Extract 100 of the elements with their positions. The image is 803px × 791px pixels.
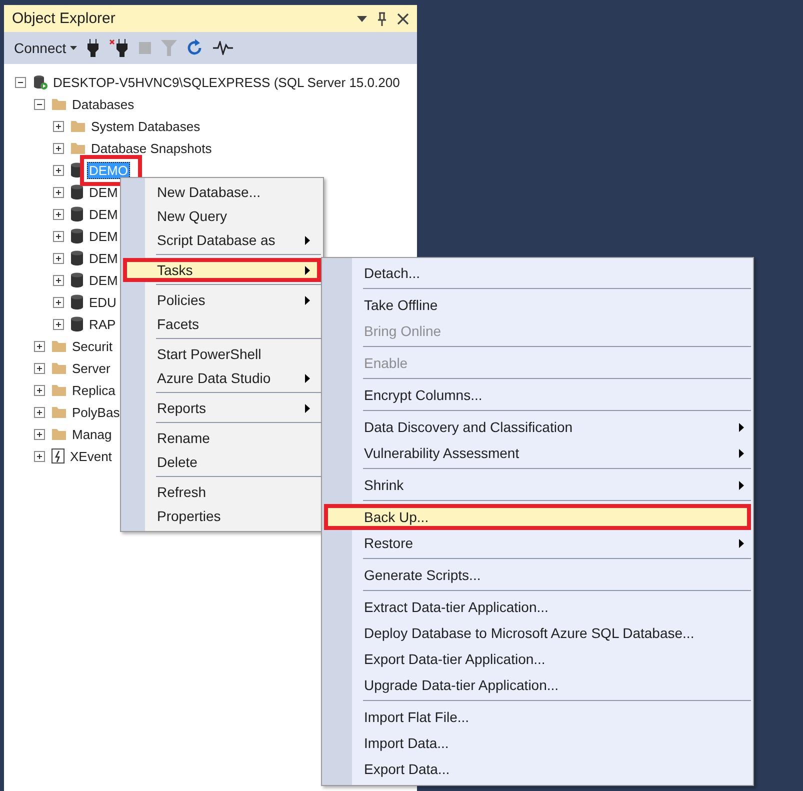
- database-icon: [70, 272, 84, 288]
- caret-icon: [70, 46, 78, 50]
- menu-item[interactable]: Facets: [123, 312, 321, 336]
- tree-item[interactable]: XEvent: [68, 448, 114, 464]
- expand-toggle[interactable]: [34, 450, 45, 462]
- tree-item[interactable]: System Databases: [89, 118, 202, 134]
- expand-toggle[interactable]: [53, 296, 64, 308]
- folder-icon: [70, 141, 86, 155]
- menu-item[interactable]: Delete: [123, 450, 321, 474]
- menu-item[interactable]: Take Offline: [324, 292, 751, 318]
- expand-toggle[interactable]: [34, 384, 45, 396]
- tree-item[interactable]: DEM: [87, 250, 120, 266]
- tree-item[interactable]: Server: [70, 360, 112, 376]
- folder-icon: [51, 361, 67, 375]
- database-icon: [70, 250, 84, 266]
- menu-item[interactable]: Back Up...: [324, 504, 751, 530]
- tree-item[interactable]: DEM: [87, 272, 120, 288]
- database-icon: [70, 294, 84, 310]
- menu-item[interactable]: Properties: [123, 504, 321, 528]
- menu-item[interactable]: Rename: [123, 426, 321, 450]
- tree-item[interactable]: DEM: [87, 206, 120, 222]
- submenu-arrow-icon: [739, 538, 744, 548]
- submenu-arrow-icon: [305, 404, 310, 412]
- submenu-arrow-icon: [739, 448, 744, 458]
- menu-item[interactable]: Policies: [123, 288, 321, 312]
- menu-item[interactable]: Encrypt Columns...: [324, 382, 751, 408]
- menu-item[interactable]: Shrink: [324, 472, 751, 498]
- collapse-toggle[interactable]: [34, 98, 45, 110]
- tree-item[interactable]: Databases: [70, 96, 136, 112]
- tree-item[interactable]: Securit: [70, 338, 114, 354]
- menu-item[interactable]: Vulnerability Assessment: [324, 440, 751, 466]
- menu-item[interactable]: Import Data...: [324, 730, 751, 756]
- panel-title: Object Explorer: [12, 10, 116, 27]
- dropdown-icon[interactable]: [357, 16, 367, 22]
- submenu-arrow-icon: [739, 480, 744, 490]
- tree-item[interactable]: Manag: [70, 426, 114, 442]
- expand-toggle[interactable]: [53, 120, 64, 132]
- menu-item[interactable]: Start PowerShell: [123, 342, 321, 366]
- menu-item[interactable]: Script Database as: [123, 228, 321, 252]
- tree-item[interactable]: Database Snapshots: [89, 140, 214, 156]
- menu-item[interactable]: Data Discovery and Classification: [324, 414, 751, 440]
- menu-item[interactable]: Restore: [324, 530, 751, 556]
- submenu-arrow-icon: [305, 374, 310, 382]
- database-icon: [70, 228, 84, 244]
- tree-item[interactable]: DEM: [87, 184, 120, 200]
- menu-item[interactable]: New Query: [123, 204, 321, 228]
- expand-toggle[interactable]: [34, 340, 45, 352]
- menu-item[interactable]: Upgrade Data-tier Application...: [324, 672, 751, 698]
- menu-item[interactable]: Azure Data Studio: [123, 366, 321, 390]
- menu-item[interactable]: Reports: [123, 396, 321, 420]
- submenu-arrow-icon: [305, 296, 310, 304]
- menu-item[interactable]: Export Data-tier Application...: [324, 646, 751, 672]
- expand-toggle[interactable]: [53, 252, 64, 264]
- refresh-icon[interactable]: [187, 39, 204, 57]
- close-icon[interactable]: [397, 12, 409, 24]
- expand-toggle[interactable]: [53, 186, 64, 198]
- expand-toggle[interactable]: [53, 164, 64, 176]
- folder-icon: [51, 97, 67, 111]
- pulse-icon[interactable]: [213, 41, 234, 55]
- connect-button[interactable]: Connect: [14, 40, 78, 56]
- expand-toggle[interactable]: [53, 230, 64, 242]
- tree-item[interactable]: RAP: [87, 316, 118, 332]
- expand-toggle[interactable]: [34, 428, 45, 440]
- folder-icon: [51, 339, 67, 353]
- database-icon: [70, 206, 84, 222]
- menu-item[interactable]: Detach...: [324, 260, 751, 286]
- database-icon: [70, 316, 84, 332]
- submenu-arrow-icon: [739, 422, 744, 432]
- menu-item[interactable]: Export Data...: [324, 756, 751, 782]
- folder-icon: [70, 119, 86, 133]
- expand-toggle[interactable]: [53, 318, 64, 330]
- menu-item[interactable]: New Database...: [123, 180, 321, 204]
- expand-toggle[interactable]: [34, 362, 45, 374]
- menu-item[interactable]: Extract Data-tier Application...: [324, 594, 751, 620]
- expand-toggle[interactable]: [34, 406, 45, 418]
- database-icon: [70, 184, 84, 200]
- event-icon: [51, 448, 65, 464]
- tree-item[interactable]: PolyBas: [70, 404, 122, 420]
- folder-icon: [51, 383, 67, 397]
- tree-item[interactable]: DESKTOP-V5HVNC9\SQLEXPRESS (SQL Server 15.0.200: [51, 74, 402, 90]
- tree-item[interactable]: EDU: [87, 294, 118, 310]
- expand-toggle[interactable]: [53, 142, 64, 154]
- tree-item[interactable]: Replica: [70, 382, 118, 398]
- server-icon: [32, 74, 48, 90]
- menu-item[interactable]: Import Flat File...: [324, 704, 751, 730]
- plug-disconnect-icon[interactable]: [109, 39, 130, 57]
- folder-icon: [51, 405, 67, 419]
- submenu-arrow-icon: [305, 236, 310, 244]
- menu-item[interactable]: Generate Scripts...: [324, 562, 751, 588]
- expand-toggle[interactable]: [53, 208, 64, 220]
- pin-icon[interactable]: [377, 12, 387, 26]
- expand-toggle[interactable]: [53, 274, 64, 286]
- tree-item[interactable]: DEM: [87, 228, 120, 244]
- plug-icon[interactable]: [87, 39, 100, 57]
- menu-item[interactable]: Deploy Database to Microsoft Azure SQL Database...: [324, 620, 751, 646]
- folder-icon: [51, 427, 67, 441]
- submenu-arrow-icon: [305, 266, 310, 274]
- collapse-toggle[interactable]: [15, 76, 26, 88]
- menu-item[interactable]: Tasks: [123, 258, 321, 282]
- menu-item[interactable]: Refresh: [123, 480, 321, 504]
